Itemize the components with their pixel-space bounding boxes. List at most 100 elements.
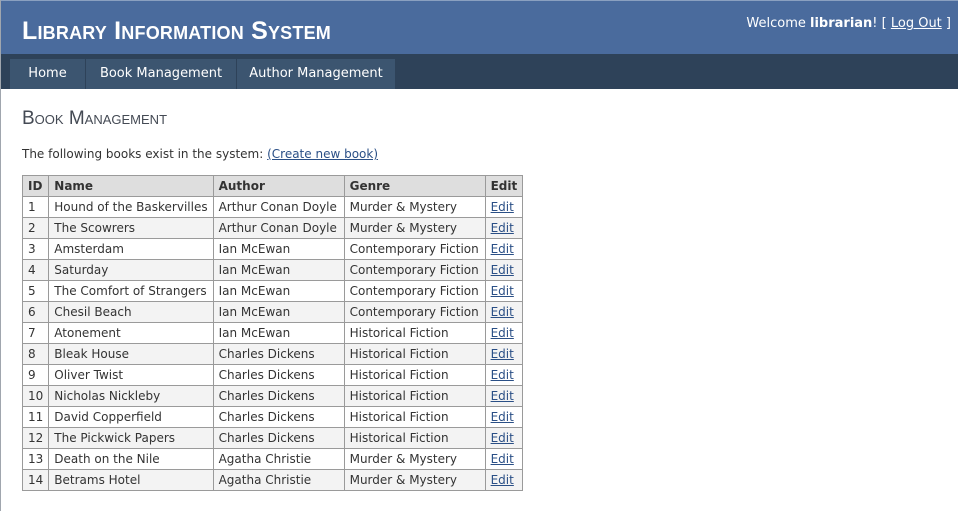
cell-edit: Edit [484,343,524,365]
table-row: 10 Nicholas Nickleby Charles Dickens His… [21,385,524,407]
cell-name: Hound of the Baskervilles [48,196,214,218]
intro-text: The following books exist in the system:… [22,146,378,163]
login-status: Welcome librarian! [ Log Out ] [746,15,951,33]
edit-link[interactable]: Edit [491,473,514,487]
cell-name: Death on the Nile [48,448,214,470]
edit-link[interactable]: Edit [491,410,514,424]
books-table: ID Name Author Genre Edit 1 Hound of the… [21,175,524,491]
cell-genre: Contemporary Fiction [343,280,486,302]
cell-id: 14 [21,469,50,491]
edit-link[interactable]: Edit [491,242,514,256]
create-new-book-link[interactable]: (Create new book) [267,147,378,161]
table-row: 5 The Comfort of Strangers Ian McEwan Co… [21,280,524,302]
table-row: 13 Death on the Nile Agatha Christie Mur… [21,448,524,470]
cell-genre: Contemporary Fiction [343,238,486,260]
app-title: Library Information System [22,17,331,45]
cell-genre: Historical Fiction [343,427,486,449]
cell-id: 7 [21,322,50,344]
edit-link[interactable]: Edit [491,431,514,445]
cell-id: 12 [21,427,50,449]
username: librarian [810,16,873,31]
cell-genre: Murder & Mystery [343,217,486,239]
cell-name: Betrams Hotel [48,469,214,491]
cell-edit: Edit [484,259,524,281]
cell-edit: Edit [484,217,524,239]
cell-genre: Historical Fiction [343,343,486,365]
edit-link[interactable]: Edit [491,368,514,382]
column-header-author: Author [212,175,345,197]
cell-author: Agatha Christie [212,469,345,491]
cell-author: Ian McEwan [212,280,345,302]
table-row: 9 Oliver Twist Charles Dickens Historica… [21,364,524,386]
cell-edit: Edit [484,364,524,386]
cell-edit: Edit [484,301,524,323]
cell-edit: Edit [484,406,524,428]
table-row: 6 Chesil Beach Ian McEwan Contemporary F… [21,301,524,323]
cell-author: Arthur Conan Doyle [212,196,345,218]
column-header-genre: Genre [343,175,486,197]
cell-name: Nicholas Nickleby [48,385,214,407]
cell-author: Charles Dickens [212,364,345,386]
nav-item-book-management[interactable]: Book Management [86,59,237,89]
cell-genre: Contemporary Fiction [343,259,486,281]
table-row: 2 The Scowrers Arthur Conan Doyle Murder… [21,217,524,239]
cell-edit: Edit [484,322,524,344]
edit-link[interactable]: Edit [491,452,514,466]
table-row: 12 The Pickwick Papers Charles Dickens H… [21,427,524,449]
table-row: 7 Atonement Ian McEwan Historical Fictio… [21,322,524,344]
table-row: 11 David Copperfield Charles Dickens His… [21,406,524,428]
table-row: 8 Bleak House Charles Dickens Historical… [21,343,524,365]
logout-link[interactable]: Log Out [891,16,942,31]
cell-author: Ian McEwan [212,301,345,323]
intro-label: The following books exist in the system: [22,147,268,161]
cell-edit: Edit [484,280,524,302]
cell-name: Saturday [48,259,214,281]
cell-author: Arthur Conan Doyle [212,217,345,239]
cell-author: Charles Dickens [212,406,345,428]
edit-link[interactable]: Edit [491,221,514,235]
table-row: 4 Saturday Ian McEwan Contemporary Ficti… [21,259,524,281]
cell-id: 8 [21,343,50,365]
cell-id: 10 [21,385,50,407]
cell-name: The Pickwick Papers [48,427,214,449]
edit-link[interactable]: Edit [491,200,514,214]
cell-edit: Edit [484,385,524,407]
cell-genre: Murder & Mystery [343,469,486,491]
cell-genre: Murder & Mystery [343,448,486,470]
edit-link[interactable]: Edit [491,326,514,340]
edit-link[interactable]: Edit [491,305,514,319]
cell-id: 6 [21,301,50,323]
bracket-close: ] [941,16,951,31]
cell-author: Charles Dickens [212,343,345,365]
cell-genre: Historical Fiction [343,364,486,386]
cell-author: Ian McEwan [212,238,345,260]
column-header-id: ID [21,175,50,197]
cell-name: Chesil Beach [48,301,214,323]
nav-item-home[interactable]: Home [10,59,86,89]
nav-bar: Home Book Management Author Management [1,54,958,89]
cell-name: Bleak House [48,343,214,365]
cell-id: 11 [21,406,50,428]
cell-name: David Copperfield [48,406,214,428]
table-row: 3 Amsterdam Ian McEwan Contemporary Fict… [21,238,524,260]
cell-edit: Edit [484,469,524,491]
cell-edit: Edit [484,427,524,449]
cell-genre: Historical Fiction [343,406,486,428]
cell-name: Amsterdam [48,238,214,260]
edit-link[interactable]: Edit [491,263,514,277]
cell-id: 9 [21,364,50,386]
cell-genre: Contemporary Fiction [343,301,486,323]
cell-edit: Edit [484,448,524,470]
cell-id: 2 [21,217,50,239]
cell-id: 4 [21,259,50,281]
edit-link[interactable]: Edit [491,284,514,298]
cell-name: Oliver Twist [48,364,214,386]
edit-link[interactable]: Edit [491,347,514,361]
page: Library Information System Welcome libra… [0,0,958,511]
welcome-suffix: ! [ [872,16,891,31]
cell-id: 5 [21,280,50,302]
edit-link[interactable]: Edit [491,389,514,403]
cell-id: 1 [21,196,50,218]
nav-item-author-management[interactable]: Author Management [237,59,396,89]
cell-name: The Scowrers [48,217,214,239]
